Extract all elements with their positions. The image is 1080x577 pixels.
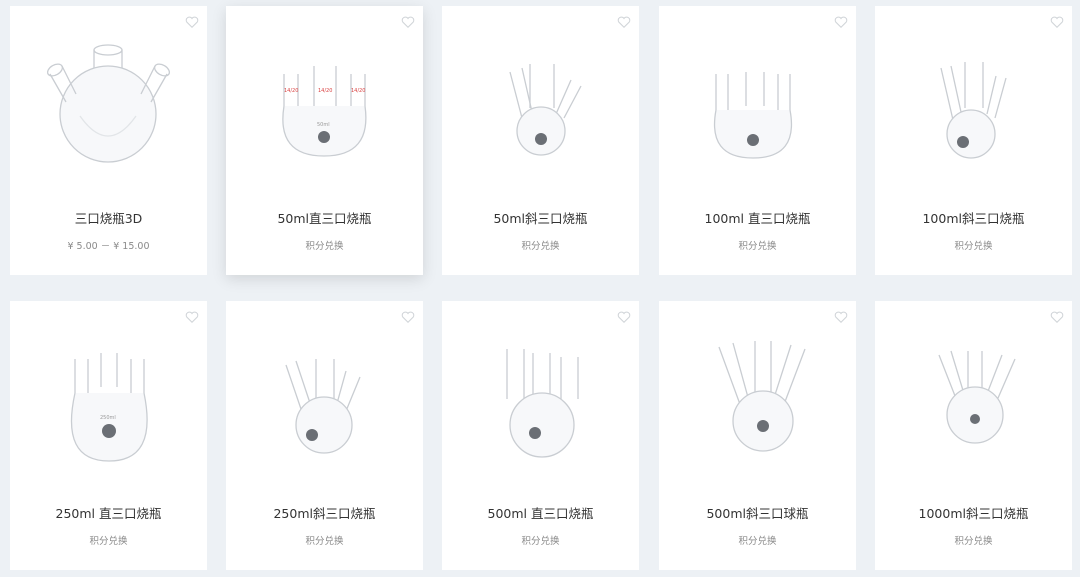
product-name[interactable]: 250ml斜三口烧瓶 <box>226 503 423 522</box>
product-name[interactable]: 50ml斜三口烧瓶 <box>442 208 639 227</box>
product-card[interactable]: 1000ml斜三口烧瓶 积分兑换 <box>875 301 1072 570</box>
joint-label: 14/20 <box>284 88 298 94</box>
product-grid: 三口烧瓶3D ¥ 5.00 － ¥ 15.00 14/20 14/20 14/2… <box>0 0 1080 577</box>
svg-text:50ml: 50ml <box>317 122 330 128</box>
product-image[interactable] <box>10 6 207 196</box>
product-price: ¥ 5.00 － ¥ 15.00 <box>67 241 150 252</box>
points-redeem: 积分兑换 <box>738 536 777 547</box>
product-name[interactable]: 100ml 直三口烧瓶 <box>659 208 856 227</box>
product-card[interactable]: 250ml斜三口烧瓶 积分兑换 <box>226 301 423 570</box>
product-image[interactable]: 250ml <box>10 301 207 491</box>
points-redeem: 积分兑换 <box>738 241 777 252</box>
product-name[interactable]: 50ml直三口烧瓶 <box>226 208 423 227</box>
product-card[interactable]: 三口烧瓶3D ¥ 5.00 － ¥ 15.00 <box>10 6 207 275</box>
product-card[interactable]: 500ml 直三口烧瓶 积分兑换 <box>442 301 639 570</box>
flask-illustration <box>46 44 171 163</box>
product-card[interactable]: 100ml斜三口烧瓶 积分兑换 <box>875 6 1072 275</box>
product-name[interactable]: 三口烧瓶3D <box>10 208 207 227</box>
product-name[interactable]: 250ml 直三口烧瓶 <box>10 503 207 522</box>
product-image[interactable] <box>659 301 856 491</box>
points-redeem: 积分兑换 <box>305 241 344 252</box>
product-name[interactable]: 1000ml斜三口烧瓶 <box>875 503 1072 522</box>
favorite-heart-icon[interactable] <box>185 15 199 29</box>
product-card[interactable]: 50ml斜三口烧瓶 积分兑换 <box>442 6 639 275</box>
product-name[interactable]: 500ml 直三口烧瓶 <box>442 503 639 522</box>
product-image[interactable] <box>442 301 639 491</box>
favorite-heart-icon[interactable] <box>401 15 415 29</box>
points-redeem: 积分兑换 <box>521 241 560 252</box>
points-redeem: 积分兑换 <box>89 536 128 547</box>
favorite-heart-icon[interactable] <box>834 15 848 29</box>
product-name[interactable]: 100ml斜三口烧瓶 <box>875 208 1072 227</box>
product-card[interactable]: 250ml 250ml 直三口烧瓶 积分兑换 <box>10 301 207 570</box>
product-card[interactable]: 500ml斜三口球瓶 积分兑换 <box>659 301 856 570</box>
favorite-heart-icon[interactable] <box>617 310 631 324</box>
product-image[interactable] <box>659 6 856 196</box>
product-card[interactable]: 100ml 直三口烧瓶 积分兑换 <box>659 6 856 275</box>
favorite-heart-icon[interactable] <box>834 310 848 324</box>
points-redeem: 积分兑换 <box>954 536 993 547</box>
svg-text:14/20: 14/20 <box>351 88 365 94</box>
product-name[interactable]: 500ml斜三口球瓶 <box>659 503 856 522</box>
svg-text:14/20: 14/20 <box>318 88 332 94</box>
favorite-heart-icon[interactable] <box>617 15 631 29</box>
product-image[interactable]: 14/20 14/20 14/20 50ml <box>226 6 423 196</box>
svg-text:250ml: 250ml <box>100 415 116 421</box>
favorite-heart-icon[interactable] <box>1050 310 1064 324</box>
product-card[interactable]: 14/20 14/20 14/20 50ml 50ml直三口烧瓶 积分兑换 <box>226 6 423 275</box>
product-image[interactable] <box>875 6 1072 196</box>
points-redeem: 积分兑换 <box>521 536 560 547</box>
favorite-heart-icon[interactable] <box>1050 15 1064 29</box>
product-image[interactable] <box>442 6 639 196</box>
points-redeem: 积分兑换 <box>954 241 993 252</box>
points-redeem: 积分兑换 <box>305 536 344 547</box>
favorite-heart-icon[interactable] <box>185 310 199 324</box>
product-image[interactable] <box>875 301 1072 491</box>
favorite-heart-icon[interactable] <box>401 310 415 324</box>
product-image[interactable] <box>226 301 423 491</box>
